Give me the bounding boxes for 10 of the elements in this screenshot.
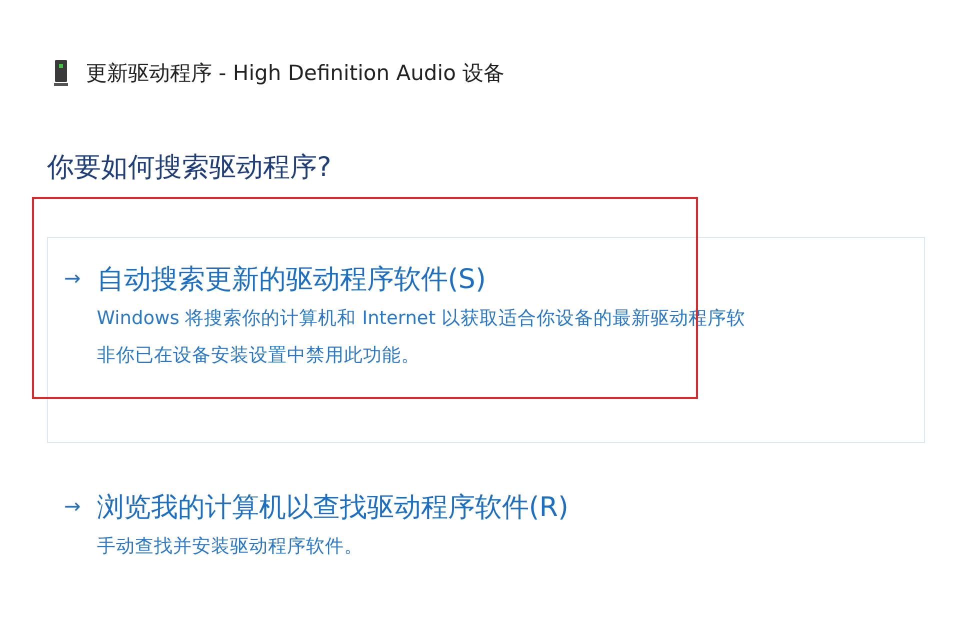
option-card[interactable]: → 浏览我的计算机以查找驱动程序软件(R) 手动查找并安装驱动程序软件。: [47, 467, 925, 597]
option-description: 非你已在设备安装设置中禁用此功能。: [96, 344, 421, 368]
option-title: 自动搜索更新的驱动程序软件(S): [96, 263, 487, 297]
window-title: 更新驱动程序 - High Definition Audio 设备: [86, 60, 505, 87]
arrow-icon: →: [64, 494, 81, 565]
option-title: 浏览我的计算机以查找驱动程序软件(R): [96, 491, 569, 525]
heading: 你要如何搜索驱动程序?: [47, 151, 332, 185]
option-description: 手动查找并安装驱动程序软件。: [96, 535, 364, 559]
arrow-icon: →: [64, 266, 81, 374]
device-icon: [54, 60, 68, 86]
